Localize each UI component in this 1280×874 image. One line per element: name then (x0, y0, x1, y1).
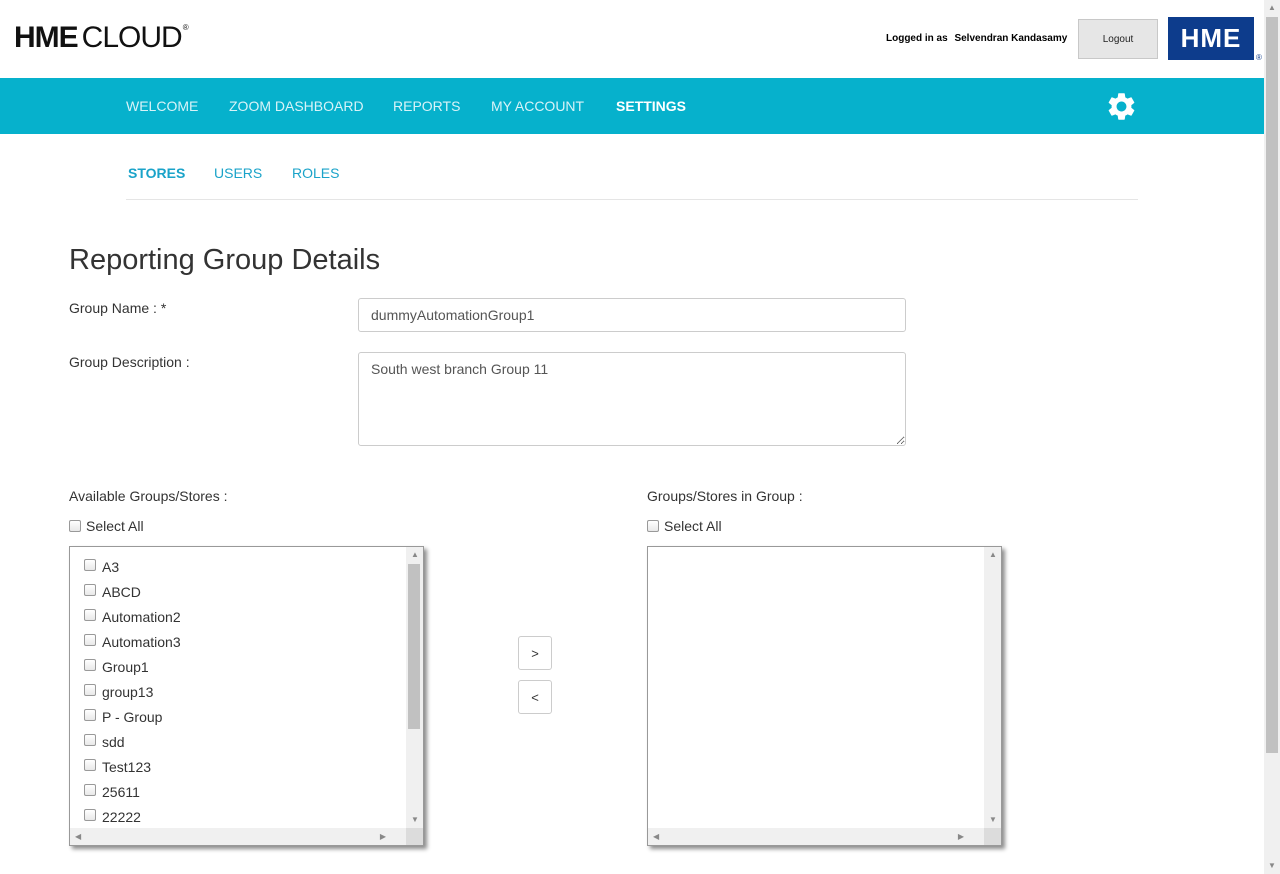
group-name-label: Group Name : * (69, 300, 167, 316)
in-group-horizontal-scrollbar[interactable]: ◀ ▶ (648, 828, 984, 845)
scrollbar-corner (406, 828, 423, 845)
item-checkbox[interactable] (84, 809, 96, 821)
gear-icon[interactable] (1105, 90, 1138, 123)
page-scroll-down-icon[interactable]: ▼ (1268, 862, 1276, 870)
item-checkbox[interactable] (84, 634, 96, 646)
page-scroll-up-icon[interactable]: ▲ (1268, 4, 1276, 12)
list-item[interactable]: Test123 (84, 757, 181, 782)
logout-button[interactable]: Logout (1078, 19, 1158, 59)
list-item[interactable]: sdd (84, 732, 181, 757)
available-horizontal-scrollbar[interactable]: ◀ ▶ (70, 828, 406, 845)
list-item[interactable]: 25611 (84, 782, 181, 807)
item-checkbox[interactable] (84, 759, 96, 771)
item-label: Test123 (102, 759, 152, 775)
hme-cloud-logo[interactable]: HME CLOUD® (14, 21, 189, 55)
list-item[interactable]: Automation2 (84, 607, 181, 632)
item-label: Group1 (102, 659, 149, 675)
available-select-all-label: Select All (86, 518, 144, 534)
subnav-divider (126, 199, 1138, 200)
item-label: 25611 (102, 784, 140, 800)
list-item[interactable]: P - Group (84, 707, 181, 732)
scrollbar-corner (984, 828, 1001, 845)
available-groups-label: Available Groups/Stores : (69, 488, 228, 504)
group-name-input[interactable] (358, 298, 906, 332)
in-group-vertical-scrollbar[interactable]: ▲ ▼ (984, 547, 1001, 828)
scroll-thumb[interactable] (408, 564, 420, 729)
item-label: Automation2 (102, 609, 181, 625)
nav-reports[interactable]: REPORTS (393, 98, 460, 114)
page-title: Reporting Group Details (69, 244, 381, 276)
item-label: A3 (102, 559, 120, 575)
main-nav: WELCOME ZOOM DASHBOARD REPORTS MY ACCOUN… (0, 78, 1264, 134)
item-label: ABCD (102, 584, 141, 600)
list-item[interactable]: ABCD (84, 582, 181, 607)
nav-welcome[interactable]: WELCOME (126, 98, 198, 114)
item-checkbox[interactable] (84, 559, 96, 571)
item-checkbox[interactable] (84, 684, 96, 696)
page-scroll-thumb[interactable] (1266, 17, 1278, 753)
nav-my-account[interactable]: MY ACCOUNT (491, 98, 584, 114)
item-checkbox[interactable] (84, 659, 96, 671)
user-name: Selvendran Kandasamy (954, 33, 1068, 44)
in-group-select-all[interactable]: Select All (647, 518, 722, 534)
available-vertical-scrollbar[interactable]: ▲ ▼ (406, 547, 423, 828)
item-checkbox[interactable] (84, 709, 96, 721)
login-info: Logged in as Selvendran Kandasamy (886, 33, 1067, 44)
item-checkbox[interactable] (84, 609, 96, 621)
scroll-left-icon[interactable]: ◀ (75, 833, 81, 841)
header: HME CLOUD® Logged in as Selvendran Kandas… (0, 0, 1264, 78)
logged-in-label: Logged in as (886, 33, 948, 44)
scroll-down-icon[interactable]: ▼ (411, 816, 419, 824)
scroll-right-icon[interactable]: ▶ (958, 833, 964, 841)
group-description-label: Group Description : (69, 354, 190, 370)
group-description-textarea[interactable]: South west branch Group 11 (358, 352, 906, 446)
list-item[interactable]: Group1 (84, 657, 181, 682)
scroll-left-icon[interactable]: ◀ (653, 833, 659, 841)
nav-settings[interactable]: SETTINGS (616, 98, 686, 114)
scroll-up-icon[interactable]: ▲ (989, 551, 997, 559)
item-checkbox[interactable] (84, 734, 96, 746)
tab-stores[interactable]: STORES (128, 165, 185, 181)
available-items: A3 ABCD Automation2 Automation3 Group1 g… (84, 557, 181, 832)
in-group-select-all-checkbox[interactable] (647, 520, 659, 532)
available-select-all-checkbox[interactable] (69, 520, 81, 532)
available-select-all[interactable]: Select All (69, 518, 144, 534)
list-item[interactable]: group13 (84, 682, 181, 707)
item-label: group13 (102, 684, 154, 700)
item-label: 22222 (102, 809, 141, 825)
groups-in-group-list[interactable]: ▲ ▼ ◀ ▶ (647, 546, 1002, 846)
page-scrollbar[interactable]: ▲ ▼ (1264, 0, 1280, 874)
item-label: P - Group (102, 709, 163, 725)
nav-zoom-dashboard[interactable]: ZOOM DASHBOARD (229, 98, 364, 114)
groups-in-group-label: Groups/Stores in Group : (647, 488, 803, 504)
scroll-up-icon[interactable]: ▲ (411, 551, 419, 559)
list-item[interactable]: Automation3 (84, 632, 181, 657)
brand-registered-mark: ® (1256, 53, 1262, 62)
item-checkbox[interactable] (84, 584, 96, 596)
item-label: Automation3 (102, 634, 181, 650)
logo-light-text: CLOUD (81, 21, 183, 54)
scroll-down-icon[interactable]: ▼ (989, 816, 997, 824)
available-groups-list[interactable]: A3 ABCD Automation2 Automation3 Group1 g… (69, 546, 424, 846)
tab-users[interactable]: USERS (214, 165, 262, 181)
remove-from-group-button[interactable]: < (518, 680, 552, 714)
item-checkbox[interactable] (84, 784, 96, 796)
in-group-select-all-label: Select All (664, 518, 722, 534)
item-label: sdd (102, 734, 125, 750)
hme-brand-badge[interactable]: HME (1168, 17, 1254, 60)
list-item[interactable]: A3 (84, 557, 181, 582)
logo-bold-text: HME (14, 21, 79, 54)
tab-roles[interactable]: ROLES (292, 165, 339, 181)
add-to-group-button[interactable]: > (518, 636, 552, 670)
logo-registered-mark: ® (182, 23, 189, 32)
scroll-right-icon[interactable]: ▶ (380, 833, 386, 841)
